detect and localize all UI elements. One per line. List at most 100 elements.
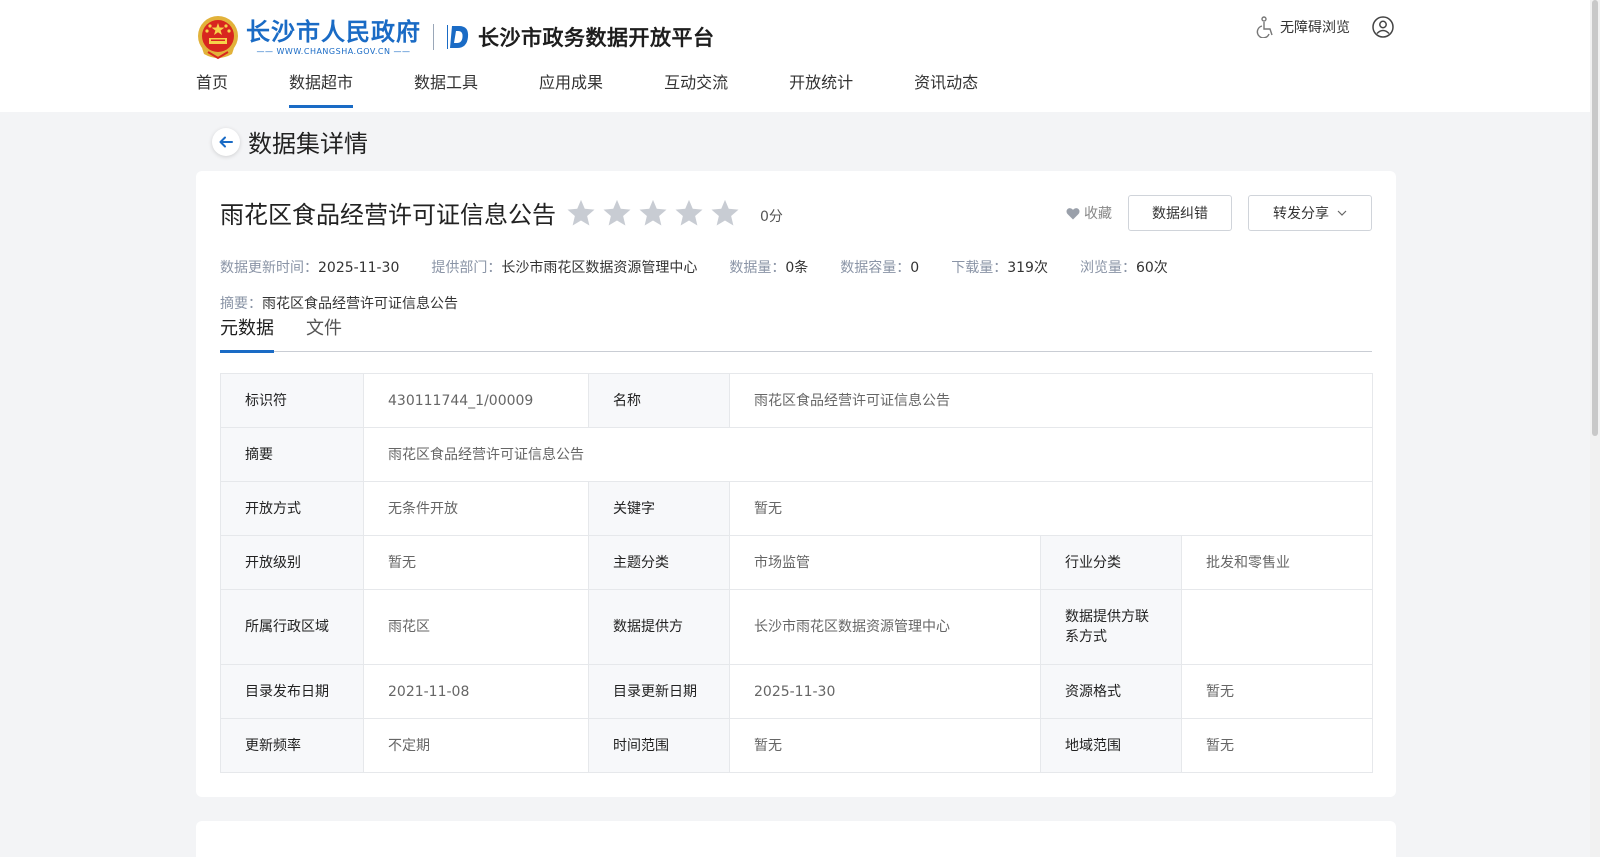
- nav-home[interactable]: 首页: [196, 64, 228, 112]
- tab-metadata[interactable]: 元数据: [220, 316, 274, 353]
- meta-value: 319次: [1007, 260, 1048, 276]
- table-value: 暂无: [1180, 664, 1374, 719]
- dataset-detail-card: 雨花区食品经营许可证信息公告 0分 收藏 数据纠错 转发分享 数据更新时间：20…: [196, 171, 1396, 797]
- rating-score: 0分: [760, 208, 783, 225]
- table-row: 所属行政区域 雨花区 数据提供方 长沙市雨花区数据资源管理中心 数据提供方联系方…: [220, 589, 1374, 665]
- header-utilities: 无障碍浏览: [1256, 16, 1394, 38]
- table-row: 目录发布日期 2021-11-08 目录更新日期 2025-11-30 资源格式…: [220, 664, 1374, 719]
- summary-key: 摘要：: [220, 296, 262, 312]
- dataset-title-row: 雨花区食品经营许可证信息公告 0分: [220, 195, 783, 230]
- back-button[interactable]: [212, 127, 240, 156]
- tab-files[interactable]: 文件: [306, 316, 342, 352]
- meta-views: 浏览量：60次: [1080, 257, 1168, 277]
- meta-record-count: 数据量：0条: [729, 257, 808, 277]
- d-logo-icon: [447, 25, 469, 49]
- table-label: 标识符: [220, 373, 364, 428]
- logo-area[interactable]: 长沙市人民政府 —— WWW.CHANGSHA.GOV.CN —— 长沙市政务数…: [196, 12, 715, 62]
- share-label: 转发分享: [1273, 206, 1329, 222]
- nav-statistics[interactable]: 开放统计: [789, 64, 853, 112]
- table-label: 开放方式: [220, 481, 364, 536]
- star-icon[interactable]: [674, 198, 704, 228]
- table-label: 更新频率: [220, 718, 364, 773]
- table-value: 雨花区: [363, 589, 589, 665]
- meta-update-time: 数据更新时间：2025-11-30: [220, 257, 399, 277]
- gov-name: 长沙市人民政府: [246, 18, 421, 46]
- national-emblem-icon: [198, 16, 238, 60]
- table-label: 目录发布日期: [220, 664, 364, 719]
- table-label: 开放级别: [220, 535, 364, 590]
- table-value: 430111744_1/00009: [363, 373, 589, 428]
- dataset-title: 雨花区食品经营许可证信息公告: [220, 201, 556, 229]
- detail-tabs: 元数据 文件: [220, 316, 1372, 353]
- meta-downloads: 下载量：319次: [951, 257, 1048, 277]
- meta-value: 0条: [785, 260, 809, 276]
- star-icon[interactable]: [638, 198, 668, 228]
- dataset-summary: 摘要：雨花区食品经营许可证信息公告: [220, 293, 458, 313]
- meta-provider-dept: 提供部门：长沙市雨花区数据资源管理中心: [431, 257, 697, 277]
- table-row: 开放方式 无条件开放 关键字 暂无: [220, 481, 1374, 536]
- accessibility-link[interactable]: 无障碍浏览: [1256, 16, 1350, 38]
- meta-capacity: 数据容量：0: [840, 257, 919, 277]
- table-label: 目录更新日期: [588, 664, 730, 719]
- nav-data-tools[interactable]: 数据工具: [414, 64, 478, 112]
- favorite-button[interactable]: 收藏: [1066, 203, 1112, 223]
- table-value: 长沙市雨花区数据资源管理中心: [729, 589, 1041, 665]
- star-icon[interactable]: [710, 198, 740, 228]
- scrollbar-thumb[interactable]: [1592, 0, 1598, 436]
- gov-brand: 长沙市人民政府 —— WWW.CHANGSHA.GOV.CN ——: [246, 18, 421, 56]
- nav-data-market[interactable]: 数据超市: [289, 64, 354, 112]
- table-value: 2025-11-30: [729, 664, 1041, 719]
- table-value: [1180, 589, 1374, 665]
- star-icon[interactable]: [602, 198, 632, 228]
- table-label: 数据提供方: [588, 589, 730, 665]
- table-value: 批发和零售业: [1180, 535, 1374, 590]
- arrow-left-icon: [219, 136, 233, 147]
- table-label: 名称: [588, 373, 730, 428]
- meta-value: 0: [910, 260, 920, 276]
- page-header: 数据集详情: [212, 124, 368, 159]
- main-nav: 首页 数据超市 数据工具 应用成果 互动交流 开放统计 资讯动态: [196, 64, 1039, 112]
- table-value: 2021-11-08: [363, 664, 589, 719]
- heart-icon: [1066, 207, 1080, 219]
- data-correction-button[interactable]: 数据纠错: [1128, 195, 1232, 231]
- table-label: 时间范围: [588, 718, 730, 773]
- nav-news[interactable]: 资讯动态: [914, 64, 978, 112]
- star-icon[interactable]: [566, 198, 596, 228]
- table-value: 暂无: [728, 481, 1374, 536]
- table-value: 雨花区食品经营许可证信息公告: [362, 427, 1374, 482]
- table-label: 地域范围: [1040, 718, 1182, 773]
- meta-key: 浏览量：: [1079, 260, 1136, 276]
- meta-value: 60次: [1135, 260, 1168, 276]
- rating-stars[interactable]: [566, 198, 746, 228]
- gov-url: —— WWW.CHANGSHA.GOV.CN ——: [256, 47, 411, 56]
- secondary-card: [196, 821, 1396, 857]
- nav-applications[interactable]: 应用成果: [539, 64, 603, 112]
- table-row: 更新频率 不定期 时间范围 暂无 地域范围 暂无: [220, 718, 1374, 773]
- table-label: 数据提供方联系方式: [1040, 589, 1182, 665]
- page-title: 数据集详情: [248, 130, 368, 158]
- summary-value: 雨花区食品经营许可证信息公告: [262, 296, 458, 312]
- table-value: 不定期: [363, 718, 589, 773]
- wheelchair-icon: [1256, 16, 1273, 38]
- table-label: 所属行政区域: [220, 589, 364, 665]
- site-header: 长沙市人民政府 —— WWW.CHANGSHA.GOV.CN —— 长沙市政务数…: [0, 0, 1590, 112]
- table-value: 暂无: [363, 535, 589, 590]
- share-dropdown-button[interactable]: 转发分享: [1248, 195, 1372, 231]
- meta-key: 下载量：: [951, 260, 1008, 276]
- chevron-down-icon: [1337, 210, 1347, 216]
- meta-key: 数据量：: [729, 260, 786, 276]
- meta-key: 数据更新时间：: [220, 260, 318, 276]
- metadata-table: 标识符 430111744_1/00009 名称 雨花区食品经营许可证信息公告 …: [220, 373, 1374, 773]
- dataset-actions: 收藏 数据纠错 转发分享: [1066, 195, 1372, 231]
- table-label: 摘要: [220, 427, 364, 482]
- table-value: 暂无: [729, 718, 1041, 773]
- user-circle-icon[interactable]: [1372, 16, 1394, 38]
- table-value: 雨花区食品经营许可证信息公告: [728, 373, 1374, 428]
- table-value: 暂无: [1180, 718, 1374, 773]
- nav-interaction[interactable]: 互动交流: [664, 64, 728, 112]
- table-value: 市场监管: [729, 535, 1041, 590]
- meta-value: 2025-11-30: [318, 260, 400, 276]
- dataset-meta-row: 数据更新时间：2025-11-30 提供部门：长沙市雨花区数据资源管理中心 数据…: [220, 257, 1200, 277]
- page-scrollbar[interactable]: [1590, 0, 1600, 857]
- table-label: 关键字: [588, 481, 730, 536]
